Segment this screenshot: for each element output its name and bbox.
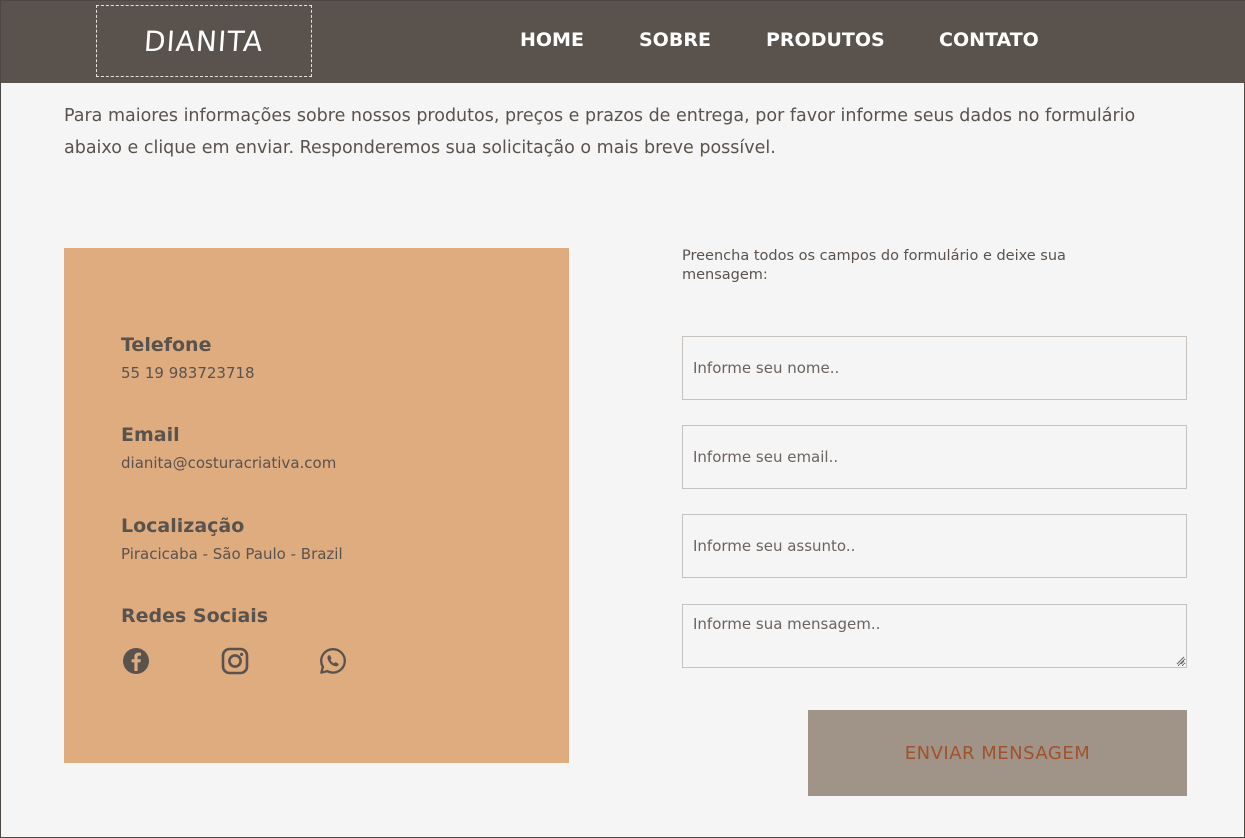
name-input[interactable] [682,336,1187,400]
email-title: Email [121,424,180,446]
instagram-icon[interactable] [220,646,250,676]
email-input[interactable] [682,425,1187,489]
phone-value: 55 19 983723718 [121,364,255,382]
nav-produtos-link[interactable]: PRODUTOS [766,29,885,51]
message-textarea[interactable] [682,604,1187,668]
nav-contato-link[interactable]: CONTATO [939,29,1039,51]
nav-sobre-link[interactable]: SOBRE [639,29,711,51]
subject-input[interactable] [682,514,1187,578]
intro-text: Para maiores informações sobre nossos pr… [64,106,1136,158]
phone-title: Telefone [121,334,212,356]
textarea-resize-grip-icon[interactable] [1175,655,1185,665]
contact-info-card: Telefone 55 19 983723718 Email dianita@c… [64,248,569,763]
location-value: Piracicaba - São Paulo - Brazil [121,545,343,563]
social-title: Redes Sociais [121,605,269,627]
whatsapp-icon[interactable] [318,646,348,676]
location-title: Localização [121,515,245,537]
send-message-button[interactable]: ENVIAR MENSAGEM [808,710,1187,796]
facebook-icon[interactable] [121,646,151,676]
social-block: Redes Sociais [121,605,268,627]
form-intro-text: Preencha todos os campos do formulário e… [682,248,1066,283]
nav-home-link[interactable]: HOME [520,29,584,51]
email-block: Email dianita@costuracriativa.com [121,424,336,472]
location-block: Localização Piracicaba - São Paulo - Bra… [121,515,343,563]
site-logo[interactable]: DIANITA [96,5,312,77]
email-value: dianita@costuracriativa.com [121,454,337,472]
site-header: DIANITA HOME SOBRE PRODUTOS CONTATO [1,1,1245,83]
phone-block: Telefone 55 19 983723718 [121,334,255,382]
logo-text: DIANITA [143,24,265,58]
